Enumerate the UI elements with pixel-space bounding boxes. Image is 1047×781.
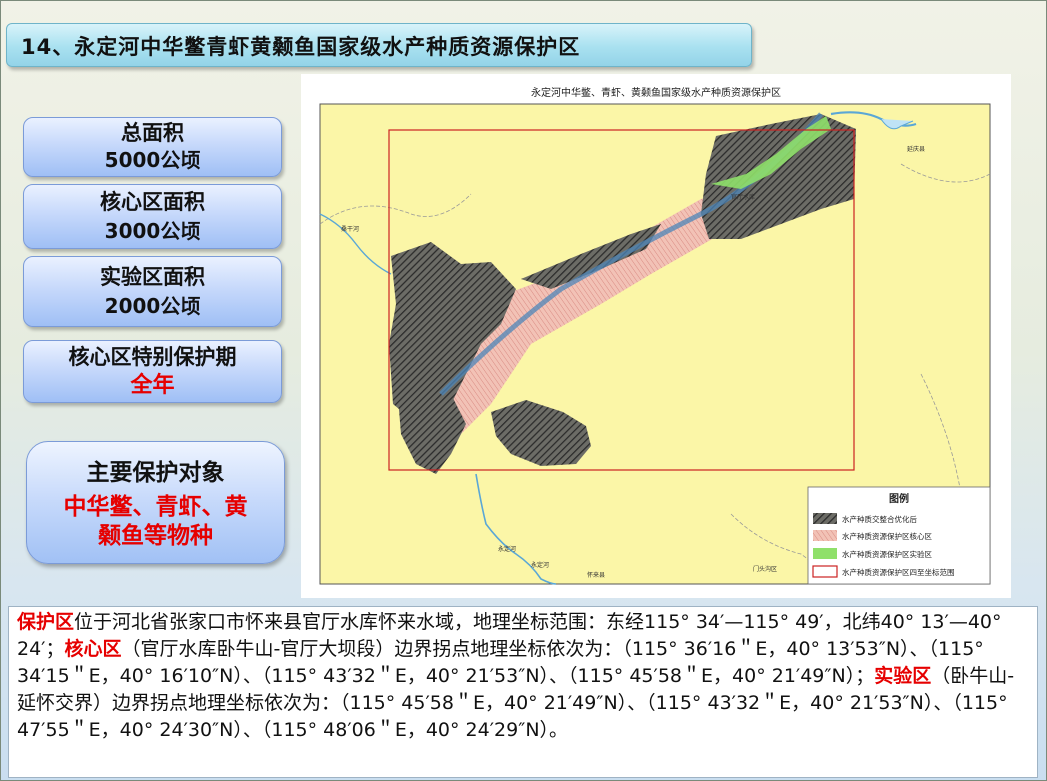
page-title: 14、永定河中华鳖青虾黄颡鱼国家级水产种质资源保护区 [21, 35, 581, 59]
stat-label: 总面积 [121, 121, 184, 145]
stat-value: 全年 [130, 373, 175, 398]
legend-swatch-core [813, 530, 837, 541]
place-label: 官厅水库 [731, 193, 755, 201]
description-box: 保护区位于河北省张家口市怀来县官厅水库怀来水域，地理坐标范围：东经115° 34… [8, 606, 1038, 778]
stat-value: 3000公顷 [104, 219, 201, 243]
legend-label: 水产种质交整合优化后 [842, 514, 917, 524]
description-text: （官厅水库卧牛山-官厅大坝段）边界拐点地理坐标依次为：（115° 36′16＂E… [17, 638, 984, 687]
legend-label: 水产种质资源保护区四至坐标范围 [842, 567, 955, 577]
stat-label: 实验区面积 [100, 265, 205, 289]
objects-label: 主要保护对象 [86, 460, 225, 486]
protection-area-map: 永定河中华鳖、青虾、黄颡鱼国家级水产种质资源保护区 延庆县 桑干河 官厅水库 门 [319, 86, 991, 585]
protected-species-box: 主要保护对象 中华鳖、青虾、黄 颡鱼等物种 [26, 441, 285, 564]
stat-label: 核心区面积 [100, 190, 205, 214]
experimental-area-box: 实验区面积 2000公顷 [23, 256, 282, 327]
objects-line1: 中华鳖、青虾、黄 [63, 494, 248, 520]
legend-label: 水产种质资源保护区实验区 [842, 549, 932, 559]
protected-area-term: 保护区 [17, 611, 75, 633]
total-area-box: 总面积 5000公顷 [23, 117, 282, 177]
place-label: 桑干河 [341, 225, 359, 233]
objects-line2: 颡鱼等物种 [98, 523, 213, 549]
stat-value: 5000公顷 [104, 148, 201, 172]
stat-value: 2000公顷 [104, 294, 201, 318]
title-bar: 14、永定河中华鳖青虾黄颡鱼国家级水产种质资源保护区 [6, 23, 752, 67]
place-label: 延庆县 [907, 145, 925, 153]
place-label: 永定河 [498, 545, 516, 553]
place-label: 门头沟区 [753, 565, 777, 573]
legend-title: 图例 [889, 492, 909, 505]
core-area-box: 核心区面积 3000公顷 [23, 184, 282, 249]
protection-period-box: 核心区特别保护期 全年 [23, 340, 282, 403]
legend-label: 水产种质资源保护区核心区 [842, 531, 932, 541]
legend-swatch-experimental [813, 548, 837, 559]
map-legend: 图例 水产种质交整合优化后 水产种质资源保护区核心区 水产种质资源保护区实验区 … [807, 486, 991, 585]
map-title: 永定河中华鳖、青虾、黄颡鱼国家级水产种质资源保护区 [531, 86, 781, 99]
stat-label: 核心区特别保护期 [68, 345, 237, 369]
map-panel: 永定河中华鳖、青虾、黄颡鱼国家级水产种质资源保护区 延庆县 桑干河 官厅水库 门 [301, 74, 1011, 598]
place-label: 怀来县 [587, 571, 605, 579]
legend-swatch-optimized [813, 513, 837, 524]
place-label: 永定河 [531, 561, 549, 569]
experimental-zone-term: 实验区 [874, 665, 932, 687]
core-zone-term: 核心区 [64, 638, 122, 660]
